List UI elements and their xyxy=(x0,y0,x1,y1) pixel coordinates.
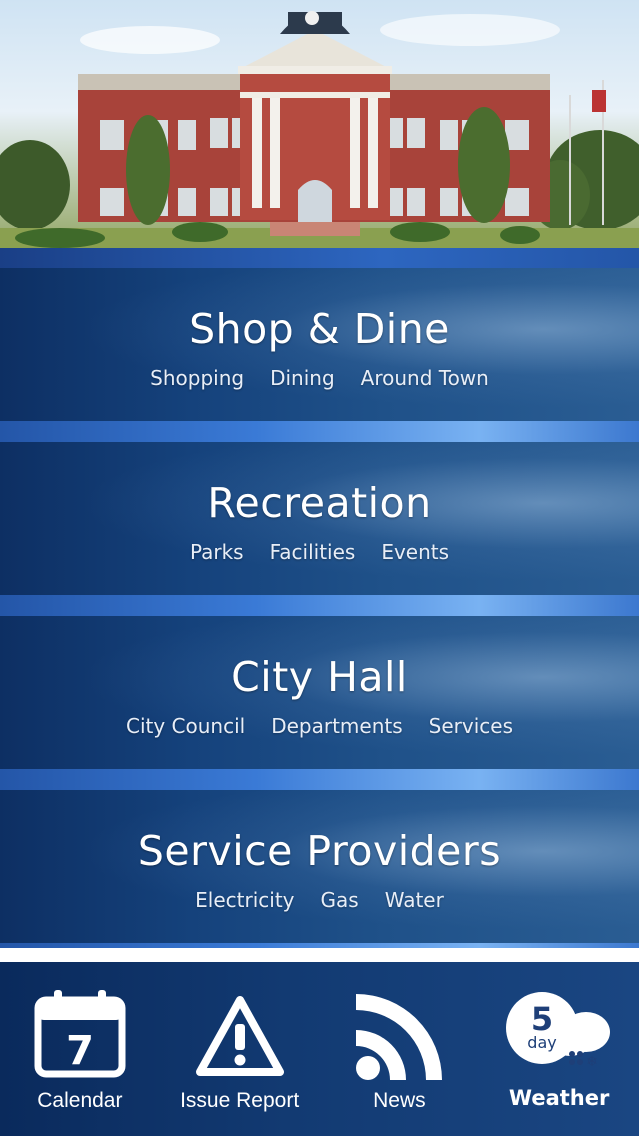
news-button[interactable]: News xyxy=(320,962,480,1136)
calendar-day: 7 xyxy=(66,1028,94,1074)
divider-band xyxy=(0,421,639,442)
issue-report-label: Issue Report xyxy=(180,1089,300,1112)
issue-report-button[interactable]: Issue Report xyxy=(160,962,320,1136)
tile-links: Parks Facilities Events xyxy=(0,540,639,564)
link-dining[interactable]: Dining xyxy=(270,366,335,390)
link-departments[interactable]: Departments xyxy=(271,714,402,738)
weather-badge-text: day xyxy=(527,1033,556,1052)
link-electricity[interactable]: Electricity xyxy=(195,888,294,912)
tile-title: Service Providers xyxy=(137,827,502,875)
weather-button[interactable]: 5 day ❄ Weather xyxy=(479,962,639,1136)
weather-icon: 5 day ❄ xyxy=(506,992,611,1070)
link-around-town[interactable]: Around Town xyxy=(361,366,489,390)
header-divider xyxy=(0,248,639,268)
weather-label: Weather xyxy=(508,1086,610,1110)
menu-tile-recreation[interactable]: Recreation Parks Facilities Events xyxy=(0,442,639,595)
calendar-button[interactable]: 7 Calendar xyxy=(0,962,160,1136)
tile-title: Shop & Dine xyxy=(189,305,450,353)
footer-gap xyxy=(0,948,639,962)
link-events[interactable]: Events xyxy=(381,540,449,564)
link-shopping[interactable]: Shopping xyxy=(150,366,244,390)
divider-band xyxy=(0,595,639,616)
link-parks[interactable]: Parks xyxy=(190,540,244,564)
city-hall-photo xyxy=(0,11,639,248)
link-city-council[interactable]: City Council xyxy=(126,714,245,738)
link-facilities[interactable]: Facilities xyxy=(270,540,356,564)
tile-title: Recreation xyxy=(207,479,432,527)
link-gas[interactable]: Gas xyxy=(321,888,359,912)
tile-links: Electricity Gas Water xyxy=(0,888,639,912)
link-water[interactable]: Water xyxy=(385,888,444,912)
link-services[interactable]: Services xyxy=(429,714,513,738)
menu-tile-service-providers[interactable]: Service Providers Electricity Gas Water xyxy=(0,790,639,943)
header-photo xyxy=(0,0,639,248)
tile-title: City Hall xyxy=(231,653,408,701)
news-label: News xyxy=(373,1089,426,1112)
tile-links: City Council Departments Services xyxy=(0,714,639,738)
warning-icon xyxy=(195,996,284,1076)
menu-tile-shop-dine[interactable]: Shop & Dine Shopping Dining Around Town xyxy=(0,268,639,421)
bottom-toolbar: 7 Calendar Issue Report News 5 day ❄ Wea… xyxy=(0,962,639,1136)
snowflake-icon: ❄ xyxy=(586,1054,598,1070)
menu-tile-city-hall[interactable]: City Hall City Council Departments Servi… xyxy=(0,616,639,769)
tile-links: Shopping Dining Around Town xyxy=(0,366,639,390)
rss-icon xyxy=(356,994,443,1080)
divider-band xyxy=(0,769,639,790)
calendar-icon: 7 xyxy=(34,990,126,1078)
calendar-label: Calendar xyxy=(37,1089,123,1112)
